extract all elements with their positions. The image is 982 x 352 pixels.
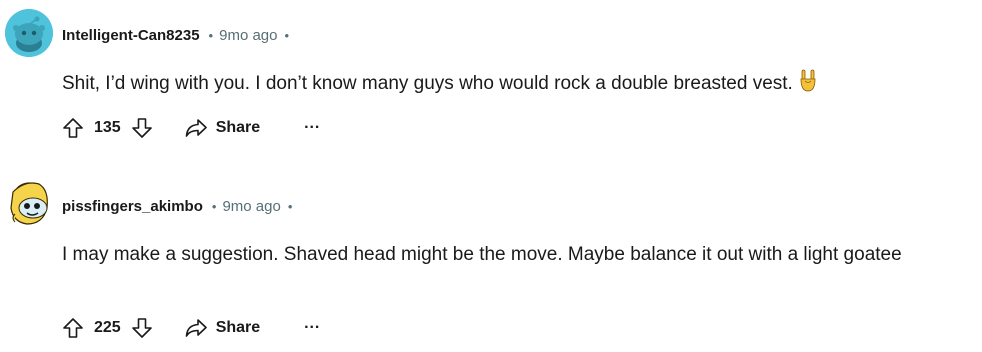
- rock-hand-icon: [799, 69, 817, 103]
- downvote-button[interactable]: [131, 317, 153, 339]
- more-options-button[interactable]: ···: [304, 120, 320, 136]
- username[interactable]: Intelligent-Can8235: [62, 27, 200, 44]
- comment-body: Shit, I’d wing with you. I don’t know ma…: [62, 68, 942, 103]
- vote-count: 135: [94, 119, 121, 136]
- separator-dot: •: [284, 27, 290, 43]
- separator-dot: •: [287, 198, 293, 214]
- separator-dot: •: [208, 27, 214, 43]
- share-icon: [185, 119, 207, 137]
- comment-actions: 225 Share ···: [62, 312, 320, 344]
- share-button[interactable]: Share: [185, 118, 260, 138]
- comment-header: Intelligent-Can8235 • 9mo ago •: [62, 23, 289, 47]
- upvote-icon: [63, 318, 83, 338]
- upvote-button[interactable]: [62, 317, 84, 339]
- share-label: Share: [215, 119, 261, 136]
- avatar[interactable]: [5, 178, 53, 226]
- comment-body: I may make a suggestion. Shaved head mig…: [62, 239, 932, 270]
- comment: Intelligent-Can8235 • 9mo ago • Shit, I’…: [0, 0, 982, 170]
- avatar[interactable]: [5, 9, 53, 57]
- comment-header: pissfingers_akimbo • 9mo ago •: [62, 194, 292, 218]
- downvote-icon: [131, 318, 152, 338]
- comment: pissfingers_akimbo • 9mo ago • I may mak…: [0, 170, 982, 352]
- vote-count: 225: [94, 319, 121, 336]
- downvote-icon: [131, 118, 152, 138]
- comment-actions: 135 Share ···: [62, 112, 320, 144]
- share-button[interactable]: Share: [185, 318, 260, 338]
- separator-dot: •: [211, 198, 217, 214]
- share-label: Share: [215, 319, 261, 336]
- more-options-button[interactable]: ···: [304, 320, 320, 336]
- timestamp[interactable]: 9mo ago: [222, 198, 280, 215]
- username[interactable]: pissfingers_akimbo: [62, 198, 203, 215]
- upvote-icon: [63, 118, 83, 138]
- share-icon: [185, 319, 207, 337]
- comment-text: I may make a suggestion. Shaved head mig…: [62, 244, 902, 265]
- comment-text: Shit, I’d wing with you. I don’t know ma…: [62, 73, 793, 94]
- downvote-button[interactable]: [131, 117, 153, 139]
- upvote-button[interactable]: [62, 117, 84, 139]
- timestamp[interactable]: 9mo ago: [219, 27, 277, 44]
